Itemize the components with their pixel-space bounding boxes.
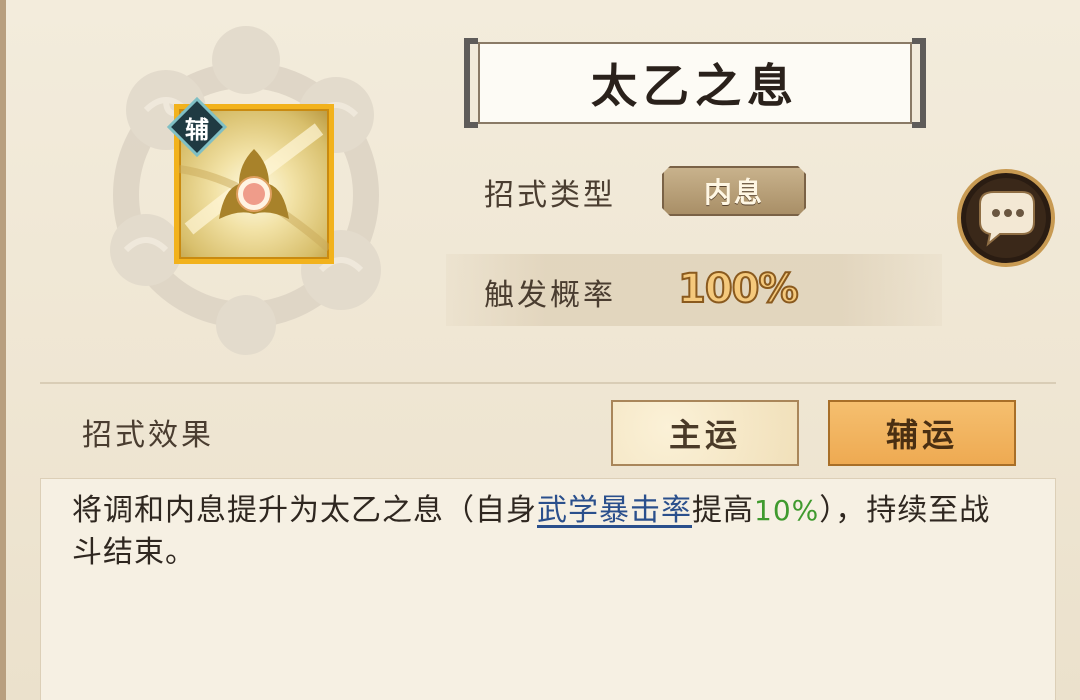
effect-label: 招式效果	[82, 418, 214, 453]
speech-bubble-icon[interactable]	[956, 168, 1056, 268]
rate-value: 100%	[677, 265, 800, 313]
auxiliary-badge: 辅	[166, 96, 228, 158]
skill-title-frame: 太乙之息	[464, 38, 926, 130]
tab-aux-run[interactable]: 辅运	[828, 400, 1016, 466]
left-bracket	[464, 38, 478, 128]
section-divider	[40, 382, 1056, 384]
skill-detail-panel: 辅 太乙之息 招式类型 内息 触发概率 100% 招式效果 主运 辅运 将调和内…	[0, 0, 1080, 700]
effect-description: 将调和内息提升为太乙之息（自身武学暴击率提高10%），持续至战斗结束。	[72, 490, 1012, 574]
title-box: 太乙之息	[478, 42, 912, 124]
tab-main-run[interactable]: 主运	[611, 400, 799, 466]
rate-label: 触发概率	[484, 278, 616, 313]
desc-text-1: 将调和内息提升为太乙之息（自身	[72, 493, 537, 528]
type-value: 内息	[703, 176, 764, 209]
crit-rate-keyword[interactable]: 武学暴击率	[537, 493, 692, 528]
bonus-value: 10%	[754, 494, 820, 527]
right-bracket	[912, 38, 926, 128]
desc-text-2: 提高	[692, 493, 754, 528]
badge-label: 辅	[185, 115, 209, 144]
type-label: 招式类型	[484, 178, 616, 213]
skill-name: 太乙之息	[591, 59, 799, 113]
type-plate: 内息	[662, 166, 806, 216]
